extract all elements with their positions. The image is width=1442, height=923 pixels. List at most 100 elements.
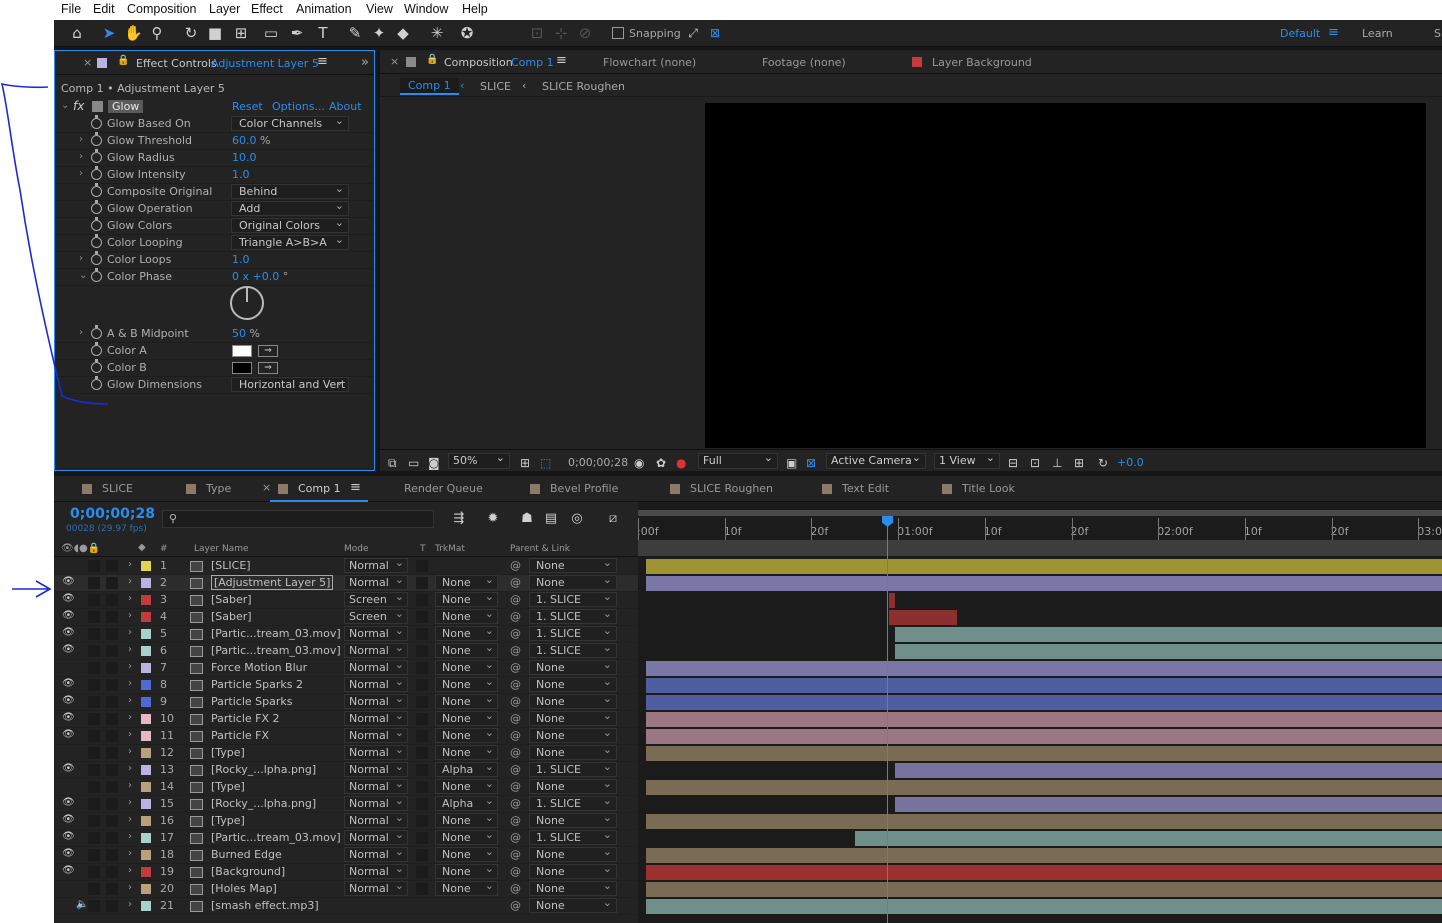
layer-name[interactable]: [Holes Map] — [211, 882, 277, 895]
blend-mode-dropdown[interactable]: Normal — [344, 794, 408, 811]
snap-features-icon[interactable]: ⊠ — [706, 24, 724, 42]
layer-row[interactable]: 👁 › 2 [Adjustment Layer 5] Normal None @ None — [54, 573, 638, 592]
lock-toggle[interactable] — [106, 730, 118, 742]
effect-controls-tab-layer[interactable]: Adjustment Layer 5 — [211, 57, 319, 70]
layer-label-color[interactable] — [141, 867, 151, 877]
blend-mode-dropdown[interactable]: Screen — [344, 590, 408, 607]
chevron-right-icon[interactable]: › — [128, 882, 132, 893]
parent-dropdown[interactable]: None — [529, 811, 617, 828]
layer-row[interactable]: 🔈 › 21 [smash effect.mp3] @ None — [54, 896, 638, 915]
panel-menu-icon[interactable]: ≡ — [556, 53, 567, 68]
eye-icon[interactable]: 👁 — [62, 865, 75, 876]
solo-toggle[interactable] — [88, 645, 100, 657]
region-of-interest-icon[interactable]: ⬚ — [540, 456, 551, 470]
lock-toggle[interactable] — [106, 866, 118, 878]
preserve-transparency-toggle[interactable] — [416, 798, 428, 810]
selection-tool-icon[interactable]: ➤ — [100, 24, 118, 42]
parent-dropdown[interactable]: 1. SLICE — [529, 760, 617, 777]
parent-dropdown[interactable]: None — [529, 658, 617, 675]
menu-help[interactable]: Help — [462, 2, 488, 16]
chevron-right-icon[interactable]: › — [128, 593, 132, 604]
always-preview-icon[interactable]: ⧉ — [388, 456, 397, 471]
puppet-tool-icon[interactable]: ✪ — [458, 24, 476, 42]
layer-label-color[interactable] — [141, 748, 151, 758]
blend-mode-dropdown[interactable]: Normal — [344, 862, 408, 879]
trkmat-dropdown[interactable]: None — [435, 658, 498, 675]
eye-icon[interactable]: 👁 — [62, 712, 75, 723]
blend-mode-dropdown[interactable]: Normal — [344, 556, 408, 573]
pick-whip-icon[interactable]: @ — [510, 593, 521, 606]
eye-icon[interactable]: 👁 — [62, 695, 75, 706]
pick-whip-icon[interactable]: @ — [510, 661, 521, 674]
layer-row[interactable]: 👁 › 10 Particle FX 2 Normal None @ None — [54, 709, 638, 728]
layer-row[interactable]: 👁 › 18 Burned Edge Normal None @ None — [54, 845, 638, 864]
comp-viewer-canvas[interactable] — [705, 103, 1426, 448]
flowchart-icon[interactable]: ⊥ — [1052, 456, 1062, 470]
parent-dropdown[interactable]: None — [529, 573, 617, 590]
preserve-transparency-toggle[interactable] — [416, 747, 428, 759]
chevron-right-icon[interactable]: › — [128, 610, 132, 621]
param-dropdown[interactable]: Horizontal and Vert — [231, 377, 349, 392]
chevron-right-icon[interactable]: › — [128, 746, 132, 757]
pick-whip-icon[interactable]: @ — [510, 831, 521, 844]
lock-toggle[interactable] — [106, 900, 118, 912]
composition-tab-comp[interactable]: Comp 1 — [511, 56, 554, 69]
pick-whip-icon[interactable]: @ — [510, 797, 521, 810]
layer-row[interactable]: 👁 › 16 [Type] Normal None @ None — [54, 811, 638, 830]
layer-duration-bar[interactable] — [895, 797, 1442, 812]
crumb-slice[interactable]: SLICE — [480, 80, 511, 93]
lock-toggle[interactable] — [106, 798, 118, 810]
layer-name[interactable]: Particle Sparks — [211, 695, 292, 708]
solo-toggle[interactable] — [88, 832, 100, 844]
frame-blending-icon[interactable]: ▤ — [542, 510, 560, 528]
view-layout-dropdown[interactable]: 1 View ⌄ — [934, 451, 1000, 469]
solo-toggle[interactable] — [88, 883, 100, 895]
solo-toggle[interactable] — [88, 679, 100, 691]
solo-toggle[interactable] — [88, 781, 100, 793]
preserve-transparency-toggle[interactable] — [416, 781, 428, 793]
layer-duration-bar[interactable] — [646, 746, 1442, 761]
close-icon[interactable]: × — [262, 481, 271, 494]
parent-dropdown[interactable]: None — [529, 879, 617, 896]
solo-toggle[interactable] — [88, 560, 100, 572]
lock-toggle[interactable] — [106, 849, 118, 861]
draft-3d-icon[interactable]: ⊡ — [1030, 456, 1040, 470]
blend-mode-dropdown[interactable]: Normal — [344, 777, 408, 794]
pick-whip-icon[interactable]: @ — [510, 848, 521, 861]
shy-layers-icon[interactable]: ☗ — [518, 510, 536, 528]
layer-row[interactable]: 👁 › 5 [Partic...tream_03.mov]Normal None @1. … — [54, 624, 638, 643]
chevron-right-icon[interactable]: › — [128, 729, 132, 740]
layer-label-color[interactable] — [141, 782, 151, 792]
pick-whip-icon[interactable]: @ — [510, 576, 521, 589]
clone-stamp-tool-icon[interactable]: ✦ — [370, 24, 388, 42]
layer-label-color[interactable] — [141, 646, 151, 656]
close-icon[interactable]: × — [83, 56, 92, 69]
lock-toggle[interactable] — [106, 696, 118, 708]
param-value[interactable]: 1.0 — [232, 253, 250, 266]
solo-toggle[interactable] — [88, 628, 100, 640]
trkmat-dropdown[interactable]: None — [435, 828, 498, 845]
pick-whip-icon[interactable]: @ — [510, 695, 521, 708]
parent-dropdown[interactable]: 1. SLICE — [529, 641, 617, 658]
pen-tool-icon[interactable]: ✒ — [288, 24, 306, 42]
preserve-transparency-toggle[interactable] — [416, 594, 428, 606]
layer-name-header[interactable]: Layer Name — [194, 544, 249, 554]
blend-mode-dropdown[interactable]: Normal — [344, 726, 408, 743]
workspace-menu-icon[interactable]: ≡ — [1328, 25, 1339, 40]
layer-row[interactable]: › 12 [Type] Normal None @ None — [54, 743, 638, 762]
time-graph[interactable]: :00f 10f 20f 01:00f 10f 20f 02:00f 10f 20f 03:00f — [637, 502, 1442, 923]
options-link[interactable]: Options... — [272, 100, 325, 113]
time-navigator[interactable] — [638, 540, 1442, 556]
pick-whip-icon[interactable]: @ — [510, 814, 521, 827]
layer-duration-bar[interactable] — [646, 695, 1442, 710]
rectangle-tool-icon[interactable]: ▭ — [262, 24, 280, 42]
trkmat-dropdown[interactable]: None — [435, 726, 498, 743]
pick-whip-icon[interactable]: @ — [510, 865, 521, 878]
param-value[interactable]: 50 % — [232, 327, 260, 340]
eyedropper-icon[interactable]: ⇒ — [258, 362, 278, 374]
solo-toggle[interactable] — [88, 866, 100, 878]
parent-dropdown[interactable]: None — [529, 743, 617, 760]
menu-composition[interactable]: Composition — [127, 2, 196, 16]
chevron-right-icon[interactable]: › — [128, 695, 132, 706]
time-ruler[interactable]: :00f 10f 20f 01:00f 10f 20f 02:00f 10f 20f 03:00f — [637, 516, 1442, 540]
